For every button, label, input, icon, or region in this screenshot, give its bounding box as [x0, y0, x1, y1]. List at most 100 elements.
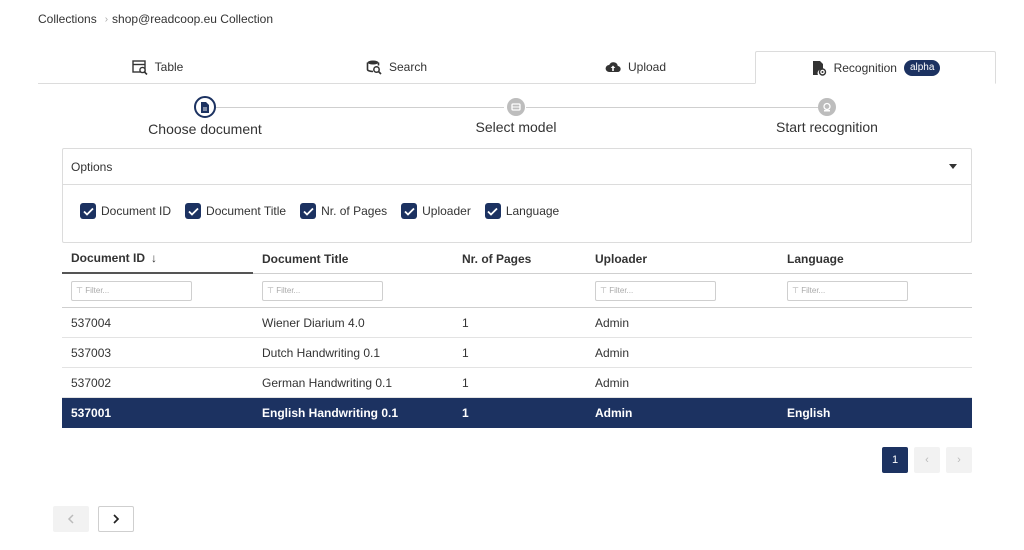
column-header-uploader[interactable]: Uploader: [586, 252, 778, 266]
breadcrumb-separator: ›: [104, 13, 109, 25]
cell-language: English: [787, 406, 831, 420]
cell-document-title: English Handwriting 0.1: [262, 406, 399, 420]
sort-arrow-down-icon[interactable]: ↓: [151, 251, 157, 265]
step-2-label: Select model: [475, 119, 557, 135]
checkbox-checked-icon[interactable]: [484, 203, 501, 219]
cell-document-id: 537001: [71, 406, 112, 420]
step-choose-document: Choose document: [105, 94, 305, 137]
cell-document-id: 537004: [71, 315, 112, 330]
table-row-selected[interactable]: 537001 English Handwriting 0.1 1 Admin E…: [62, 398, 972, 428]
step-2-circle: [507, 98, 525, 116]
tab-table[interactable]: Table: [38, 51, 277, 83]
step-1-label: Choose document: [148, 121, 262, 137]
checkbox-document-title[interactable]: Document Title: [185, 203, 286, 219]
tab-search-label: Search: [388, 60, 428, 74]
filter-icon: ⊤: [76, 286, 83, 295]
table-row[interactable]: 537002 German Handwriting 0.1 1 Admin: [62, 368, 972, 398]
cell-uploader: Admin: [595, 406, 633, 420]
cell-document-id: 537003: [71, 345, 112, 360]
step-select-model: Select model: [416, 94, 616, 135]
filter-cell: ⊤ Filter...: [62, 280, 253, 301]
tab-upload-label: Upload: [627, 60, 667, 74]
options-header[interactable]: Options: [63, 149, 971, 185]
cell-nr-of-pages: 1: [462, 406, 469, 420]
model-icon: [511, 102, 521, 111]
filter-input-language[interactable]: ⊤ Filter...: [787, 280, 908, 301]
filter-icon: ⊤: [792, 286, 799, 295]
options-title: Options: [71, 159, 113, 174]
tab-recognition[interactable]: Recognition alpha: [755, 51, 996, 84]
breadcrumb: Collections › shop@readcoop.eu Collectio…: [38, 12, 273, 26]
filter-cell: ⊤ Filter...: [253, 280, 453, 301]
column-header-language[interactable]: Language: [778, 252, 972, 266]
breadcrumb-collections-link[interactable]: Collections: [38, 12, 97, 26]
filter-input-uploader[interactable]: ⊤ Filter...: [595, 280, 716, 301]
column-header-document-id[interactable]: Document ID ↓: [62, 244, 253, 274]
step-3-circle: [818, 98, 836, 116]
checkbox-label: Document ID: [101, 204, 172, 218]
table-row[interactable]: 537004 Wiener Diarium 4.0 1 Admin: [62, 308, 972, 338]
breadcrumb-current: shop@readcoop.eu Collection: [112, 12, 273, 26]
table-filter-row: ⊤ Filter... ⊤ Filter... ⊤ Filter... ⊤ Fi…: [62, 274, 972, 308]
column-header-nr-of-pages[interactable]: Nr. of Pages: [453, 252, 586, 266]
recognition-icon: [823, 102, 831, 112]
cloud-upload-icon: [605, 62, 621, 73]
table-search-icon: [131, 60, 148, 75]
document-recognition-icon: [812, 60, 826, 76]
chevron-right-icon: ›: [957, 454, 961, 466]
cell-uploader: Admin: [595, 345, 630, 360]
pagination: 1 ‹ ›: [882, 447, 972, 473]
documents-table: Document ID ↓ Document Title Nr. of Page…: [62, 244, 972, 428]
column-toggle-list: Document ID Document Title Nr. of Pages …: [63, 185, 971, 219]
search-db-icon: [366, 60, 382, 75]
checkbox-checked-icon[interactable]: [300, 203, 317, 219]
filter-cell: ⊤ Filter...: [586, 280, 778, 301]
chevron-right-icon: [113, 514, 120, 524]
filter-input-document-title[interactable]: ⊤ Filter...: [262, 280, 383, 301]
page-prev-button[interactable]: ‹: [914, 447, 940, 473]
cell-document-id: 537002: [71, 375, 112, 390]
tab-upload[interactable]: Upload: [516, 51, 755, 83]
table-row[interactable]: 537003 Dutch Handwriting 0.1 1 Admin: [62, 338, 972, 368]
wizard-next-button[interactable]: [98, 506, 134, 532]
alpha-badge: alpha: [903, 59, 941, 76]
checkbox-label: Language: [505, 204, 560, 218]
cell-nr-of-pages: 1: [462, 375, 469, 390]
filter-input-document-id[interactable]: ⊤ Filter...: [71, 280, 192, 301]
page-button-current[interactable]: 1: [882, 447, 908, 473]
checkbox-checked-icon[interactable]: [185, 203, 202, 219]
cell-uploader: Admin: [595, 315, 630, 330]
checkbox-language[interactable]: Language: [484, 203, 560, 219]
checkbox-nr-of-pages[interactable]: Nr. of Pages: [300, 203, 387, 219]
document-icon: [201, 101, 209, 113]
cell-nr-of-pages: 1: [462, 345, 469, 360]
checkbox-label: Document Title: [206, 204, 287, 218]
column-header-document-title[interactable]: Document Title: [253, 252, 453, 266]
cell-uploader: Admin: [595, 375, 630, 390]
tab-search[interactable]: Search: [277, 51, 516, 83]
filter-icon: ⊤: [267, 286, 274, 295]
tab-table-label: Table: [154, 60, 184, 74]
checkbox-document-id[interactable]: Document ID: [80, 203, 171, 219]
tab-bar: Table Search Upload Recognition alpha: [38, 51, 996, 84]
wizard-back-button[interactable]: [53, 506, 89, 532]
chevron-left-icon: [67, 514, 74, 524]
table-header-row: Document ID ↓ Document Title Nr. of Page…: [62, 244, 972, 274]
step-start-recognition: Start recognition: [727, 94, 927, 135]
checkbox-checked-icon[interactable]: [80, 203, 96, 219]
tab-recognition-label: Recognition: [833, 60, 897, 75]
checkbox-label: Uploader: [422, 204, 471, 218]
checkbox-uploader[interactable]: Uploader: [401, 203, 471, 219]
checkbox-label: Nr. of Pages: [321, 204, 388, 218]
checkbox-checked-icon[interactable]: [401, 203, 418, 219]
filter-icon: ⊤: [600, 286, 607, 295]
step-1-circle: [194, 96, 216, 118]
page-next-button[interactable]: ›: [946, 447, 972, 473]
wizard-stepper: Choose document Select model Start recog…: [0, 94, 1024, 140]
filter-cell: ⊤ Filter...: [778, 280, 972, 301]
cell-document-title: Wiener Diarium 4.0: [262, 315, 365, 330]
caret-down-icon[interactable]: [949, 164, 957, 169]
cell-nr-of-pages: 1: [462, 315, 469, 330]
step-3-label: Start recognition: [776, 119, 878, 135]
chevron-left-icon: ‹: [925, 454, 929, 466]
